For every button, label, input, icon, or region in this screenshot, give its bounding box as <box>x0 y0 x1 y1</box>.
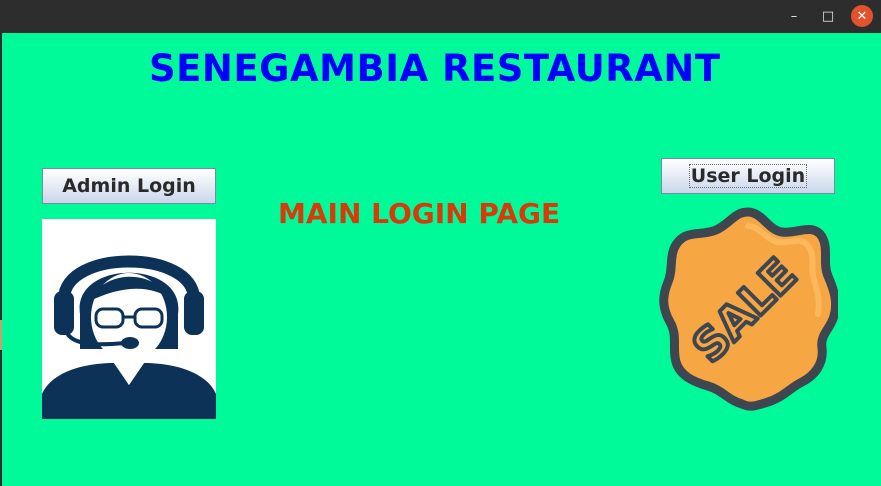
admin-avatar-icon <box>42 255 216 419</box>
admin-image: ADMIN <box>42 219 216 419</box>
maximize-icon[interactable]: □ <box>817 5 839 27</box>
page-heading: MAIN LOGIN PAGE <box>278 197 561 230</box>
close-icon[interactable]: ✕ <box>851 5 873 27</box>
sale-badge-image: SALE <box>658 206 841 412</box>
sale-badge-icon: SALE <box>659 207 841 411</box>
main-panel: SENEGAMBIA RESTAURANT Admin Login ADMIN … <box>2 33 881 486</box>
app-title: SENEGAMBIA RESTAURANT <box>149 47 721 90</box>
app-window: – □ ✕ SENEGAMBIA RESTAURANT Admin Login <box>0 0 881 486</box>
title-bar: – □ ✕ <box>0 0 881 33</box>
admin-login-button[interactable]: Admin Login <box>42 168 216 204</box>
minimize-icon[interactable]: – <box>783 5 805 27</box>
user-login-button[interactable]: User Login <box>661 158 835 194</box>
admin-caption: ADMIN <box>80 397 178 419</box>
user-login-label: User Login <box>688 164 808 188</box>
admin-login-label: Admin Login <box>62 175 196 197</box>
